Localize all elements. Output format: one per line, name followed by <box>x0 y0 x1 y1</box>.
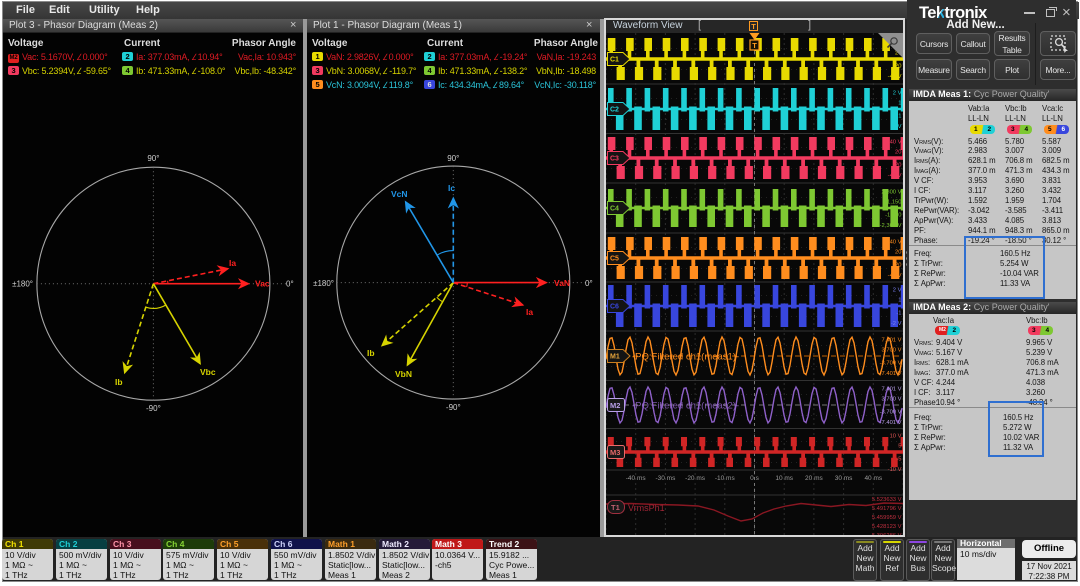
svg-text:C5: C5 <box>610 256 619 263</box>
svg-text:10 ms: 10 ms <box>775 475 793 482</box>
svg-text:Ib: Ib <box>115 377 123 387</box>
svg-text:5: 5 <box>898 444 901 450</box>
svg-text:M1: M1 <box>610 354 620 361</box>
svg-text:20: 20 <box>895 150 901 156</box>
svg-text:-3.700 V: -3.700 V <box>880 361 902 367</box>
svg-text:-7.401 V: -7.401 V <box>880 420 902 426</box>
svg-text:T: T <box>752 41 757 50</box>
svg-text:0°: 0° <box>286 280 294 289</box>
svg-text:40 ms: 40 ms <box>864 475 882 482</box>
svg-text:0°: 0° <box>585 279 593 288</box>
svg-text:Ia: Ia <box>229 258 236 268</box>
svg-text:C3: C3 <box>610 156 619 163</box>
svg-text:1: 1 <box>898 101 901 107</box>
svg-text:7.401 V: 7.401 V <box>882 338 902 344</box>
svg-text:1,150: 1,150 <box>887 200 902 206</box>
svg-text:5.396286 V: 5.396286 V <box>872 533 902 535</box>
svg-text:Ib: Ib <box>367 348 375 358</box>
svg-text:VbN: VbN <box>395 369 412 379</box>
svg-text:T1: T1 <box>611 503 620 512</box>
svg-text:-30 ms: -30 ms <box>655 475 676 482</box>
svg-text:-2 V: -2 V <box>891 124 902 130</box>
svg-text:-90°: -90° <box>446 403 461 412</box>
svg-text:10 V: 10 V <box>890 434 902 440</box>
svg-text:Ic: Ic <box>448 183 455 193</box>
svg-text:7.401 V: 7.401 V <box>882 387 902 393</box>
svg-text:-2,300 V: -2,300 V <box>880 223 902 229</box>
svg-text:VcN: VcN <box>391 189 408 199</box>
svg-text:VaN: VaN <box>554 278 570 288</box>
svg-text:Vac: Vac <box>255 279 270 289</box>
svg-text:5.459959 V: 5.459959 V <box>872 515 902 521</box>
svg-text:-5: -5 <box>896 457 901 463</box>
svg-text:-2 V: -2 V <box>891 321 902 327</box>
svg-text:-PQ:Filtered ch1(meas1)-: -PQ:Filtered ch1(meas1)- <box>632 352 739 363</box>
svg-text:5.491796 V: 5.491796 V <box>872 506 902 512</box>
svg-text:±180°: ±180° <box>12 280 33 289</box>
svg-text:-20: -20 <box>893 163 901 169</box>
svg-text:30 ms: 30 ms <box>835 475 853 482</box>
svg-text:-40 ms: -40 ms <box>626 475 647 482</box>
svg-text:Ia: Ia <box>526 307 533 317</box>
svg-text:3.700 V: 3.700 V <box>882 348 902 354</box>
svg-text:0 s: 0 s <box>750 475 759 482</box>
svg-text:90°: 90° <box>447 154 459 163</box>
svg-text:2,300 V: 2,300 V <box>882 190 902 196</box>
svg-text:-PQ:Filtered ch1(meas2)-: -PQ:Filtered ch1(meas2)- <box>632 401 739 412</box>
svg-text:-20 ms: -20 ms <box>685 475 706 482</box>
svg-text:2 V: 2 V <box>893 288 902 294</box>
svg-text:-40 V: -40 V <box>888 74 902 80</box>
svg-text:-40 V: -40 V <box>888 173 902 179</box>
svg-text:-10 V: -10 V <box>888 467 902 473</box>
svg-text:3.700 V: 3.700 V <box>882 397 902 403</box>
svg-text:C6: C6 <box>610 304 619 311</box>
svg-text:M3: M3 <box>610 448 620 457</box>
svg-text:-1,150: -1,150 <box>885 213 901 219</box>
svg-text:-1: -1 <box>896 114 901 120</box>
svg-text:-20: -20 <box>893 64 901 70</box>
svg-text:-40 V: -40 V <box>888 273 902 279</box>
svg-text:20 ms: 20 ms <box>805 475 823 482</box>
svg-text:90°: 90° <box>147 154 159 163</box>
svg-text:-20: -20 <box>893 263 901 269</box>
svg-text:1: 1 <box>898 298 901 304</box>
svg-text:-1: -1 <box>896 311 901 317</box>
svg-text:-3.700 V: -3.700 V <box>880 410 902 416</box>
svg-text:C4: C4 <box>610 206 619 213</box>
svg-text:-90°: -90° <box>146 404 161 413</box>
svg-text:VrmsPh1: VrmsPh1 <box>628 503 665 513</box>
svg-text:40 V: 40 V <box>890 240 902 246</box>
svg-text:2 V: 2 V <box>893 91 902 97</box>
svg-text:40 V: 40 V <box>890 140 902 146</box>
svg-text:Vbc: Vbc <box>200 367 216 377</box>
svg-text:±180°: ±180° <box>313 279 334 288</box>
svg-text:-7.401 V: -7.401 V <box>880 371 902 377</box>
svg-text:5.428123 V: 5.428123 V <box>872 524 902 530</box>
svg-text:M2: M2 <box>610 401 620 410</box>
svg-text:20: 20 <box>895 250 901 256</box>
svg-text:C1: C1 <box>610 57 619 64</box>
svg-text:C2: C2 <box>610 107 619 114</box>
svg-text:-10 ms: -10 ms <box>715 475 736 482</box>
svg-text:5.523633 V: 5.523633 V <box>872 497 902 503</box>
